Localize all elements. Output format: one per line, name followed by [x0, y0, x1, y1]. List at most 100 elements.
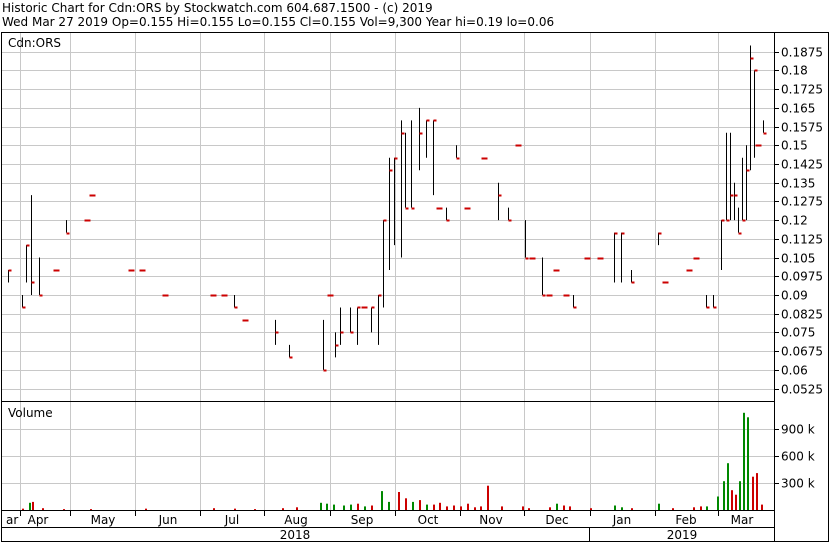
- month-label: Aug: [284, 513, 307, 527]
- price-tick-label: 0.18: [781, 64, 808, 78]
- volume-bar: [405, 498, 407, 510]
- volume-bar: [357, 503, 359, 510]
- price-tick-label: 0.105: [781, 252, 815, 266]
- volume-bar: [398, 492, 400, 510]
- volume-bar: [569, 506, 571, 510]
- volume-bar: [371, 505, 373, 510]
- price-tick-label: 0.0675: [781, 345, 823, 359]
- price-tick-label: 0.1425: [781, 158, 823, 172]
- month-label: Feb: [675, 513, 696, 527]
- price-tick-label: 0.06: [781, 364, 808, 378]
- volume-bar: [743, 412, 745, 510]
- price-tick-label: 0.1275: [781, 195, 823, 209]
- volume-axis-ticks: 300 k 600 k 900 k: [774, 423, 815, 491]
- price-tick-label: 0.075: [781, 326, 815, 340]
- month-label: Sep: [351, 513, 374, 527]
- volume-bar: [29, 502, 31, 510]
- volume-bar: [419, 500, 421, 510]
- volume-bar: [467, 503, 469, 510]
- volume-bar: [747, 417, 749, 510]
- volume-bar: [453, 505, 455, 510]
- volume-bar: [700, 506, 702, 510]
- volume-bar: [333, 504, 335, 510]
- volume-bar: [761, 504, 763, 510]
- month-label: May: [91, 513, 116, 527]
- volume-bar: [706, 506, 708, 510]
- price-tick-label: 0.0825: [781, 308, 823, 322]
- volume-bar: [727, 463, 729, 510]
- volume-bar: [474, 507, 476, 510]
- volume-bar: [388, 501, 390, 510]
- year-label-2018: 2018: [280, 528, 311, 542]
- chart-canvas: 0.0525 0.06 0.0675 0.075 0.0825 0.09 0.0975 0.1…: [1, 32, 829, 542]
- volume-bar: [343, 505, 345, 510]
- month-label: Oct: [418, 513, 439, 527]
- volume-tick-label: 900 k: [781, 423, 815, 437]
- month-label: ar: [6, 513, 18, 527]
- volume-bar: [234, 508, 236, 510]
- volume-bar: [501, 506, 503, 510]
- price-tick-label: 0.0975: [781, 270, 823, 284]
- month-axis-frame: [1, 510, 775, 528]
- volume-bar: [439, 502, 441, 510]
- volume-bar: [282, 508, 284, 510]
- volume-panel-title: Volume: [8, 406, 53, 420]
- volume-bar: [22, 508, 24, 510]
- volume-bar: [556, 503, 558, 510]
- price-tick-label: 0.12: [781, 214, 808, 228]
- month-label: Jun: [158, 513, 178, 527]
- volume-bar: [381, 491, 383, 510]
- price-tick-label: 0.1875: [781, 46, 823, 60]
- volume-bar: [364, 506, 366, 510]
- volume-bar: [446, 506, 448, 510]
- volume-bar: [723, 481, 725, 510]
- volume-bar: [480, 506, 482, 510]
- volume-bar: [350, 504, 352, 510]
- volume-bar: [296, 507, 298, 510]
- volume-bar: [426, 504, 428, 510]
- volume-bar: [717, 496, 719, 510]
- volume-bar: [735, 494, 737, 510]
- volume-bar: [739, 481, 741, 510]
- volume-bar: [590, 508, 592, 510]
- volume-bar: [672, 508, 674, 510]
- volume-bar: [563, 505, 565, 510]
- volume-bar: [412, 501, 414, 510]
- month-label: Apr: [28, 513, 49, 527]
- volume-bar: [731, 490, 733, 510]
- volume-bar: [42, 508, 44, 510]
- volume-bar: [756, 473, 758, 510]
- month-label: Jan: [612, 513, 632, 527]
- volume-bar: [693, 507, 695, 510]
- volume-bar: [63, 509, 65, 510]
- volume-bar: [631, 508, 633, 510]
- volume-bar: [320, 502, 322, 510]
- price-tick-label: 0.1575: [781, 121, 823, 135]
- month-label: Mar: [731, 513, 754, 527]
- volume-bar: [32, 501, 34, 510]
- month-label: Dec: [545, 513, 568, 527]
- volume-bar: [614, 505, 616, 510]
- volume-bar: [621, 507, 623, 510]
- volume-bar: [254, 509, 256, 510]
- month-label: Jul: [224, 513, 239, 527]
- volume-bar: [658, 503, 660, 510]
- volume-bar: [326, 503, 328, 510]
- price-panel-frame: [1, 32, 775, 402]
- volume-bar: [528, 508, 530, 510]
- price-tick-label: 0.09: [781, 289, 808, 303]
- price-tick-label: 0.1125: [781, 233, 823, 247]
- volume-bar: [549, 507, 551, 510]
- price-tick-label: 0.1725: [781, 83, 823, 97]
- price-tick-label: 0.165: [781, 102, 815, 116]
- price-tick-label: 0.135: [781, 177, 815, 191]
- volume-tick-label: 300 k: [781, 477, 815, 491]
- month-label: Nov: [479, 513, 502, 527]
- price-axis-ticks: 0.0525 0.06 0.0675 0.075 0.0825 0.09 0.0975 0.1…: [774, 46, 823, 397]
- price-tick-label: 0.15: [781, 139, 808, 153]
- volume-bar: [460, 506, 462, 510]
- volume-bar: [145, 508, 147, 510]
- volume-bar: [90, 509, 92, 510]
- volume-bar: [213, 508, 215, 510]
- volume-bar: [752, 476, 754, 510]
